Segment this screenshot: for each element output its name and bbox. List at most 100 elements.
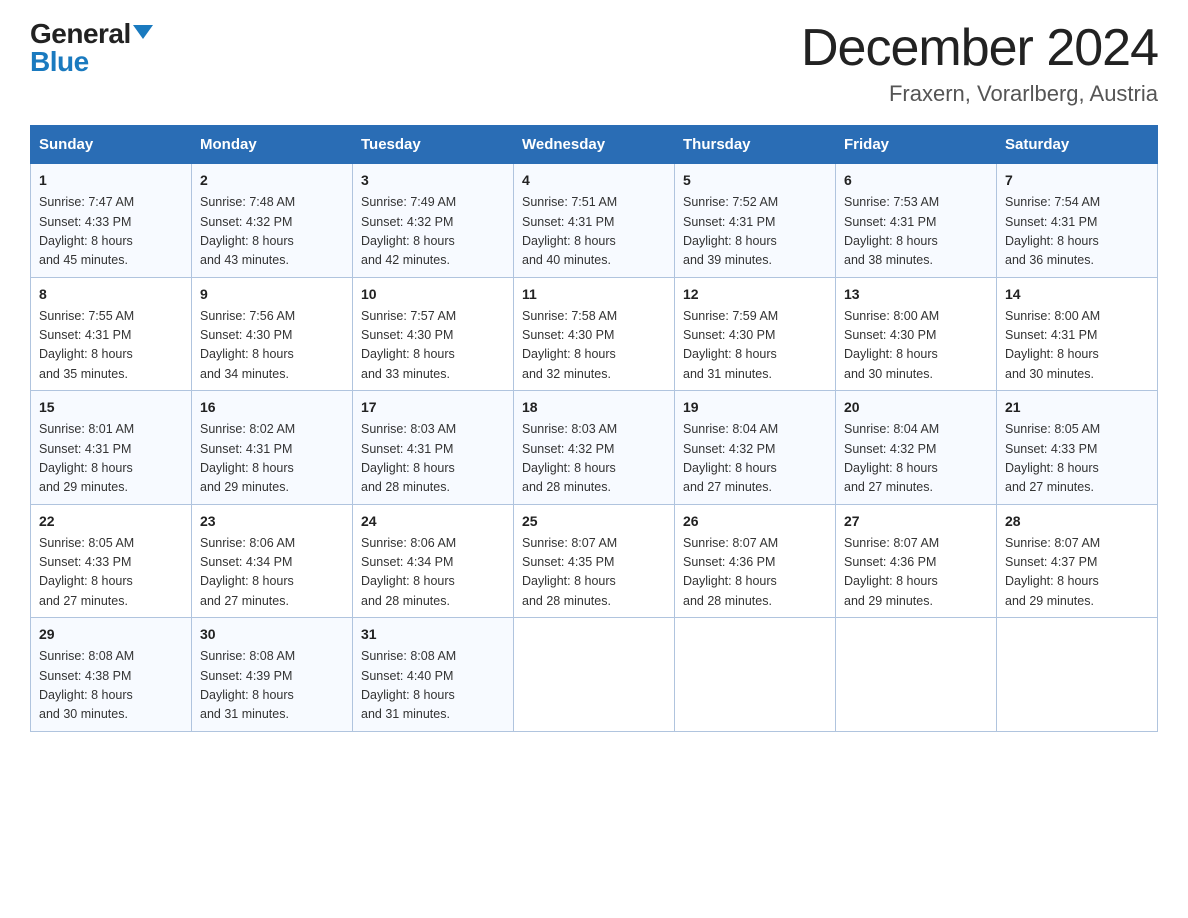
day-number: 16	[200, 397, 344, 418]
day-number: 13	[844, 284, 988, 305]
calendar-week-row: 8Sunrise: 7:55 AMSunset: 4:31 PMDaylight…	[31, 277, 1158, 391]
calendar-cell: 17Sunrise: 8:03 AMSunset: 4:31 PMDayligh…	[353, 391, 514, 505]
day-number: 10	[361, 284, 505, 305]
calendar-cell: 28Sunrise: 8:07 AMSunset: 4:37 PMDayligh…	[997, 504, 1158, 618]
calendar-cell: 12Sunrise: 7:59 AMSunset: 4:30 PMDayligh…	[675, 277, 836, 391]
day-number: 3	[361, 170, 505, 191]
header-thursday: Thursday	[675, 126, 836, 164]
day-number: 23	[200, 511, 344, 532]
calendar-cell: 24Sunrise: 8:06 AMSunset: 4:34 PMDayligh…	[353, 504, 514, 618]
calendar-cell: 2Sunrise: 7:48 AMSunset: 4:32 PMDaylight…	[192, 164, 353, 278]
day-info: Sunrise: 8:07 AMSunset: 4:36 PMDaylight:…	[844, 534, 988, 612]
header-friday: Friday	[836, 126, 997, 164]
day-number: 4	[522, 170, 666, 191]
day-number: 8	[39, 284, 183, 305]
calendar-cell: 13Sunrise: 8:00 AMSunset: 4:30 PMDayligh…	[836, 277, 997, 391]
day-number: 9	[200, 284, 344, 305]
day-info: Sunrise: 7:58 AMSunset: 4:30 PMDaylight:…	[522, 307, 666, 385]
calendar-cell	[997, 618, 1158, 732]
day-info: Sunrise: 8:04 AMSunset: 4:32 PMDaylight:…	[683, 420, 827, 498]
calendar-cell: 4Sunrise: 7:51 AMSunset: 4:31 PMDaylight…	[514, 164, 675, 278]
calendar-cell: 9Sunrise: 7:56 AMSunset: 4:30 PMDaylight…	[192, 277, 353, 391]
day-number: 17	[361, 397, 505, 418]
logo-general-text: General	[30, 20, 131, 48]
calendar-cell: 6Sunrise: 7:53 AMSunset: 4:31 PMDaylight…	[836, 164, 997, 278]
logo-triangle-icon	[133, 25, 153, 39]
day-number: 31	[361, 624, 505, 645]
day-number: 30	[200, 624, 344, 645]
calendar-cell: 20Sunrise: 8:04 AMSunset: 4:32 PMDayligh…	[836, 391, 997, 505]
day-number: 7	[1005, 170, 1149, 191]
calendar-header-row: SundayMondayTuesdayWednesdayThursdayFrid…	[31, 126, 1158, 164]
day-number: 14	[1005, 284, 1149, 305]
title-block: December 2024 Fraxern, Vorarlberg, Austr…	[801, 20, 1158, 107]
day-number: 20	[844, 397, 988, 418]
month-title: December 2024	[801, 20, 1158, 77]
calendar-cell: 11Sunrise: 7:58 AMSunset: 4:30 PMDayligh…	[514, 277, 675, 391]
day-info: Sunrise: 7:49 AMSunset: 4:32 PMDaylight:…	[361, 193, 505, 271]
day-info: Sunrise: 8:00 AMSunset: 4:31 PMDaylight:…	[1005, 307, 1149, 385]
day-info: Sunrise: 8:05 AMSunset: 4:33 PMDaylight:…	[39, 534, 183, 612]
day-number: 12	[683, 284, 827, 305]
calendar-table: SundayMondayTuesdayWednesdayThursdayFrid…	[30, 125, 1158, 732]
calendar-cell	[836, 618, 997, 732]
calendar-cell: 19Sunrise: 8:04 AMSunset: 4:32 PMDayligh…	[675, 391, 836, 505]
day-number: 27	[844, 511, 988, 532]
calendar-week-row: 22Sunrise: 8:05 AMSunset: 4:33 PMDayligh…	[31, 504, 1158, 618]
calendar-cell: 21Sunrise: 8:05 AMSunset: 4:33 PMDayligh…	[997, 391, 1158, 505]
day-info: Sunrise: 8:02 AMSunset: 4:31 PMDaylight:…	[200, 420, 344, 498]
header-monday: Monday	[192, 126, 353, 164]
day-number: 19	[683, 397, 827, 418]
calendar-cell: 22Sunrise: 8:05 AMSunset: 4:33 PMDayligh…	[31, 504, 192, 618]
calendar-cell: 31Sunrise: 8:08 AMSunset: 4:40 PMDayligh…	[353, 618, 514, 732]
day-info: Sunrise: 7:57 AMSunset: 4:30 PMDaylight:…	[361, 307, 505, 385]
day-info: Sunrise: 7:53 AMSunset: 4:31 PMDaylight:…	[844, 193, 988, 271]
day-number: 29	[39, 624, 183, 645]
day-info: Sunrise: 8:07 AMSunset: 4:35 PMDaylight:…	[522, 534, 666, 612]
calendar-week-row: 29Sunrise: 8:08 AMSunset: 4:38 PMDayligh…	[31, 618, 1158, 732]
calendar-cell: 23Sunrise: 8:06 AMSunset: 4:34 PMDayligh…	[192, 504, 353, 618]
day-info: Sunrise: 8:06 AMSunset: 4:34 PMDaylight:…	[200, 534, 344, 612]
day-info: Sunrise: 8:08 AMSunset: 4:40 PMDaylight:…	[361, 647, 505, 725]
day-info: Sunrise: 8:03 AMSunset: 4:32 PMDaylight:…	[522, 420, 666, 498]
day-number: 24	[361, 511, 505, 532]
day-info: Sunrise: 8:00 AMSunset: 4:30 PMDaylight:…	[844, 307, 988, 385]
day-info: Sunrise: 8:08 AMSunset: 4:39 PMDaylight:…	[200, 647, 344, 725]
header-tuesday: Tuesday	[353, 126, 514, 164]
page-header: General Blue December 2024 Fraxern, Vora…	[30, 20, 1158, 107]
day-info: Sunrise: 7:56 AMSunset: 4:30 PMDaylight:…	[200, 307, 344, 385]
day-info: Sunrise: 7:55 AMSunset: 4:31 PMDaylight:…	[39, 307, 183, 385]
calendar-cell: 8Sunrise: 7:55 AMSunset: 4:31 PMDaylight…	[31, 277, 192, 391]
day-number: 1	[39, 170, 183, 191]
calendar-cell: 27Sunrise: 8:07 AMSunset: 4:36 PMDayligh…	[836, 504, 997, 618]
day-number: 2	[200, 170, 344, 191]
location-subtitle: Fraxern, Vorarlberg, Austria	[801, 81, 1158, 107]
day-number: 26	[683, 511, 827, 532]
day-info: Sunrise: 7:54 AMSunset: 4:31 PMDaylight:…	[1005, 193, 1149, 271]
day-info: Sunrise: 8:05 AMSunset: 4:33 PMDaylight:…	[1005, 420, 1149, 498]
day-info: Sunrise: 7:51 AMSunset: 4:31 PMDaylight:…	[522, 193, 666, 271]
calendar-cell: 10Sunrise: 7:57 AMSunset: 4:30 PMDayligh…	[353, 277, 514, 391]
day-number: 5	[683, 170, 827, 191]
day-info: Sunrise: 7:47 AMSunset: 4:33 PMDaylight:…	[39, 193, 183, 271]
calendar-cell: 5Sunrise: 7:52 AMSunset: 4:31 PMDaylight…	[675, 164, 836, 278]
calendar-week-row: 15Sunrise: 8:01 AMSunset: 4:31 PMDayligh…	[31, 391, 1158, 505]
calendar-cell: 29Sunrise: 8:08 AMSunset: 4:38 PMDayligh…	[31, 618, 192, 732]
calendar-cell	[675, 618, 836, 732]
day-info: Sunrise: 8:06 AMSunset: 4:34 PMDaylight:…	[361, 534, 505, 612]
day-number: 6	[844, 170, 988, 191]
logo: General Blue	[30, 20, 153, 76]
day-info: Sunrise: 7:48 AMSunset: 4:32 PMDaylight:…	[200, 193, 344, 271]
day-number: 15	[39, 397, 183, 418]
day-info: Sunrise: 8:07 AMSunset: 4:37 PMDaylight:…	[1005, 534, 1149, 612]
calendar-cell	[514, 618, 675, 732]
day-info: Sunrise: 8:07 AMSunset: 4:36 PMDaylight:…	[683, 534, 827, 612]
day-info: Sunrise: 7:59 AMSunset: 4:30 PMDaylight:…	[683, 307, 827, 385]
day-info: Sunrise: 8:08 AMSunset: 4:38 PMDaylight:…	[39, 647, 183, 725]
calendar-cell: 25Sunrise: 8:07 AMSunset: 4:35 PMDayligh…	[514, 504, 675, 618]
day-number: 28	[1005, 511, 1149, 532]
day-info: Sunrise: 7:52 AMSunset: 4:31 PMDaylight:…	[683, 193, 827, 271]
calendar-cell: 1Sunrise: 7:47 AMSunset: 4:33 PMDaylight…	[31, 164, 192, 278]
header-sunday: Sunday	[31, 126, 192, 164]
day-number: 18	[522, 397, 666, 418]
